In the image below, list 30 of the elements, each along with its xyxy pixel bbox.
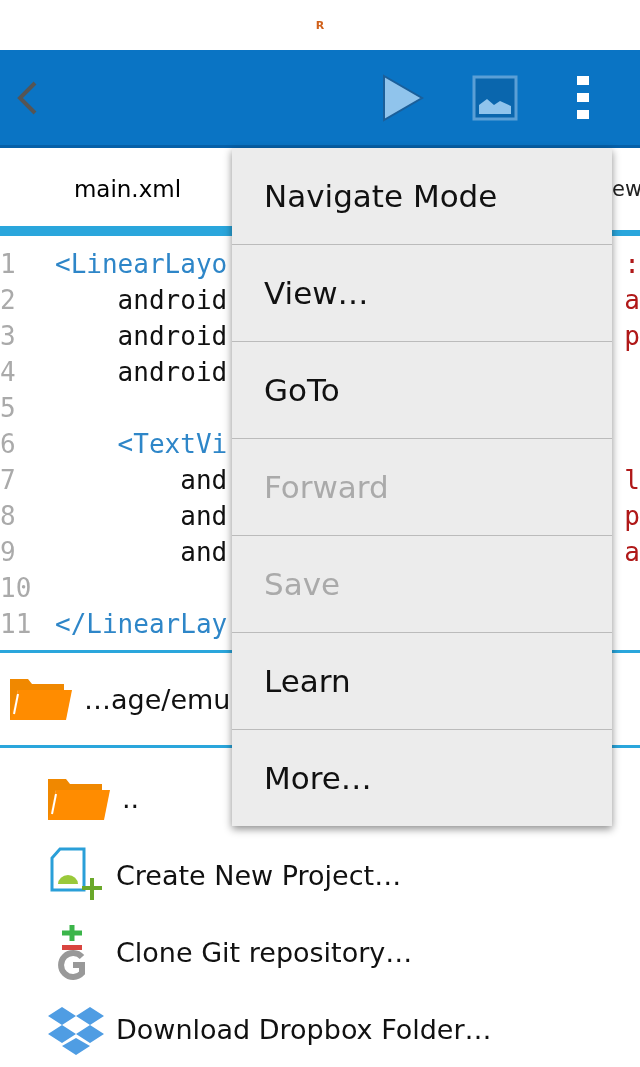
line-number: 10 xyxy=(0,573,33,603)
code-text: p xyxy=(624,501,640,531)
path-text: …age/emu xyxy=(84,683,231,715)
code-text: <LinearLayo xyxy=(55,249,228,279)
line-number: 11 xyxy=(0,609,33,639)
line-number: 9 xyxy=(0,537,17,567)
line-number: 5 xyxy=(0,393,17,423)
line-number: 3 xyxy=(0,321,17,351)
code-text: </LinearLay xyxy=(55,609,228,639)
menu-item: Forward xyxy=(232,439,612,536)
menu-item: Save xyxy=(232,536,612,633)
code-text: and xyxy=(179,537,228,567)
code-text: android xyxy=(116,285,228,315)
code-text: and xyxy=(179,465,228,495)
line-number: 4 xyxy=(0,357,17,387)
line-number: 2 xyxy=(0,285,17,315)
status-indicator: R xyxy=(315,18,325,32)
code-text: p xyxy=(624,321,640,351)
line-number: 1 xyxy=(0,249,17,279)
code-text: a xyxy=(624,285,640,315)
line-number: 7 xyxy=(0,465,17,495)
code-text: a xyxy=(624,537,640,567)
code-text: l xyxy=(624,465,640,495)
code-text: : xyxy=(624,249,640,279)
line-number: 6 xyxy=(0,429,17,459)
code-text: and xyxy=(179,501,228,531)
code-text: <TextVi xyxy=(116,429,228,459)
code-text: android xyxy=(116,357,228,387)
line-number: 8 xyxy=(0,501,17,531)
code-text: android xyxy=(116,321,228,351)
